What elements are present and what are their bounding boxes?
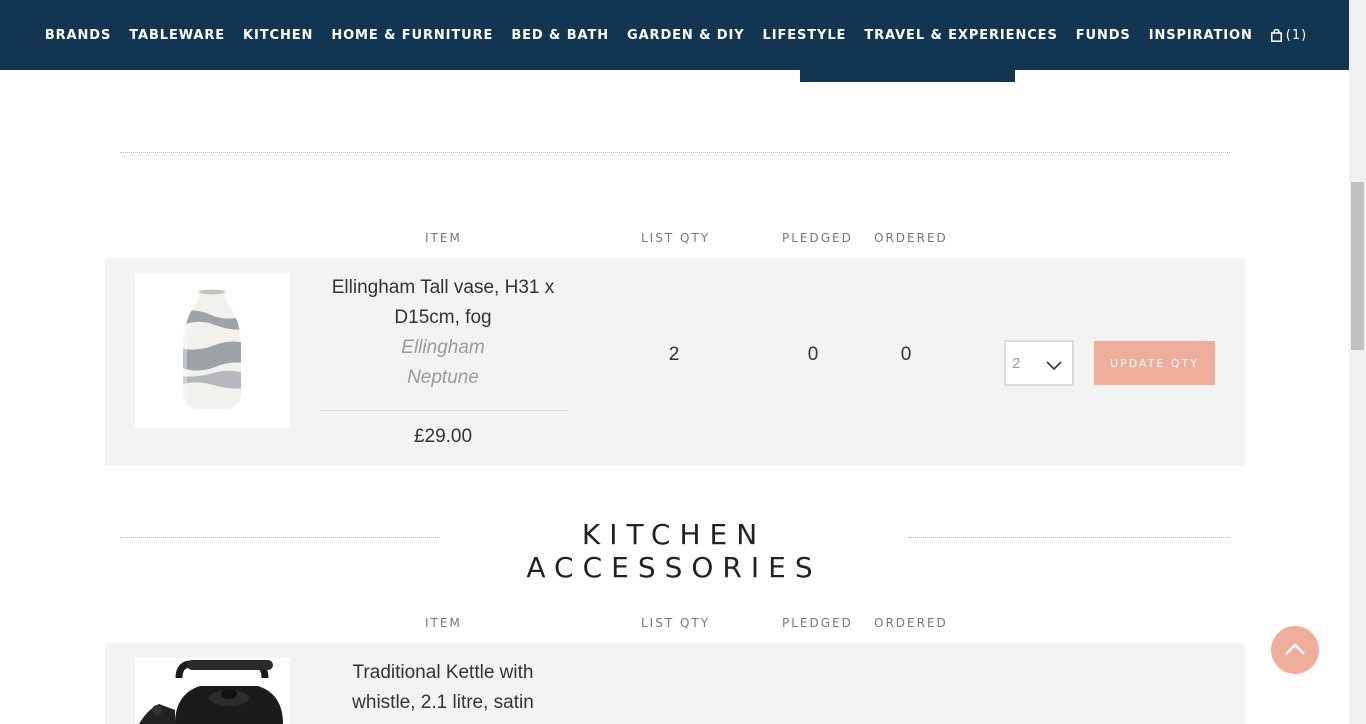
header-ordered: ORDERED	[874, 616, 948, 630]
ordered-value: 0	[900, 344, 912, 365]
nav-item-kitchen[interactable]: KITCHEN	[243, 28, 313, 43]
top-navigation: BRANDS TABLEWARE KITCHEN HOME & FURNITUR…	[0, 0, 1349, 70]
nav-item-lifestyle[interactable]: LIFESTYLE	[763, 28, 847, 43]
cart-count: (1)	[1285, 27, 1308, 43]
product-name-line1[interactable]: Traditional Kettle with	[319, 658, 567, 688]
header-item: ITEM	[425, 616, 462, 630]
quantity-select[interactable]: 2	[1004, 340, 1074, 386]
product-image-kettle[interactable]	[135, 658, 290, 724]
section-divider	[120, 152, 1230, 153]
chevron-down-icon	[1046, 356, 1062, 375]
nav-item-home-furniture[interactable]: HOME & FURNITURE	[331, 28, 493, 43]
header-list-qty: LIST QTY	[641, 616, 711, 630]
quantity-select-value: 2	[1012, 354, 1021, 372]
product-price: £29.00	[413, 426, 473, 447]
chevron-up-icon	[1284, 641, 1306, 660]
back-to-top-button[interactable]	[1271, 626, 1319, 674]
scrollbar-track[interactable]	[1349, 0, 1366, 724]
nav-item-travel-experiences[interactable]: TRAVEL & EXPERIENCES	[864, 28, 1057, 43]
nav-menu: BRANDS TABLEWARE KITCHEN HOME & FURNITUR…	[0, 0, 1349, 70]
section-divider-right	[908, 537, 1230, 538]
product-name-line1[interactable]: Ellingham Tall vase, H31 x	[319, 273, 567, 303]
header-item: ITEM	[425, 231, 462, 245]
nav-item-bed-bath[interactable]: BED & BATH	[511, 28, 609, 43]
nav-item-inspiration[interactable]: INSPIRATION	[1149, 28, 1253, 43]
update-qty-button[interactable]: UPDATE QTY	[1094, 341, 1215, 385]
product-image-vase[interactable]	[135, 273, 290, 428]
nav-item-brands[interactable]: BRANDS	[45, 28, 111, 43]
product-name-line2[interactable]: D15cm, fog	[319, 303, 567, 333]
section-divider-left	[120, 537, 440, 538]
nav-item-funds[interactable]: FUNDS	[1076, 28, 1131, 43]
header-pledged: PLEDGED	[782, 231, 853, 245]
shopping-bag-icon	[1270, 28, 1282, 42]
scrollbar-thumb[interactable]	[1351, 182, 1364, 350]
nav-item-garden-diy[interactable]: GARDEN & DIY	[627, 28, 745, 43]
dropdown-tab	[800, 70, 1015, 82]
section-title: KITCHEN ACCESSORIES	[526, 518, 822, 584]
header-list-qty: LIST QTY	[641, 231, 711, 245]
nav-item-tableware[interactable]: TABLEWARE	[129, 28, 225, 43]
product-collection: Neptune	[407, 367, 479, 388]
product-brand: Ellingham	[401, 337, 485, 358]
list-qty-value: 2	[668, 344, 680, 365]
price-divider	[320, 410, 568, 411]
cart-link[interactable]: (1)	[1270, 27, 1308, 43]
header-pledged: PLEDGED	[782, 616, 853, 630]
pledged-value: 0	[807, 344, 819, 365]
header-ordered: ORDERED	[874, 231, 948, 245]
product-name-line2[interactable]: whistle, 2.1 litre, satin	[319, 688, 567, 718]
